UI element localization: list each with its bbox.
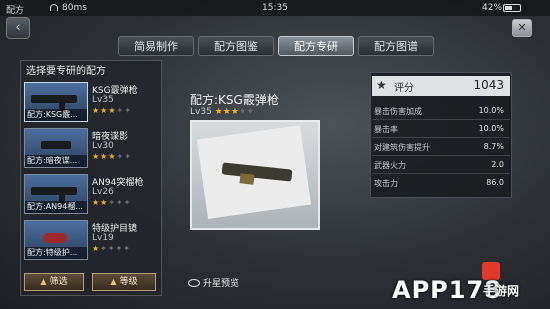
stat-row: 暴击率 10.0% xyxy=(372,122,510,136)
score-value: 1043 xyxy=(473,78,504,92)
tab-recipe-codex[interactable]: 配方图鉴 xyxy=(198,36,274,56)
recipe-level-stars: Lv35 ★★★✦✦ xyxy=(190,107,254,117)
stat-row: 攻击力 86.0 xyxy=(372,176,510,190)
recipe-level: Lv35 xyxy=(92,95,114,105)
recipe-thumbnail: 配方:特级护... xyxy=(24,220,88,260)
recipe-level: Lv26 xyxy=(92,187,114,197)
star-empty-icon: ✦ xyxy=(116,198,124,207)
recipe-level: Lv19 xyxy=(92,233,114,243)
star-empty-icon: ✦ xyxy=(100,244,108,253)
star-rating: ★✦✦✦✦ xyxy=(92,244,131,253)
battery-icon xyxy=(503,4,521,12)
star-badge-icon: ★ xyxy=(376,78,387,92)
thumbnail-caption: 配方:AN94榴... xyxy=(25,201,87,213)
stat-key: 攻击力 xyxy=(374,179,398,188)
recipe-thumbnail: 配方:KSG霰... xyxy=(24,82,88,122)
star-filled-icon: ★ xyxy=(222,107,231,117)
level-sort-button[interactable]: ▲ 等级 xyxy=(92,273,156,291)
recipe-title: 配方:KSG霰弹枪 xyxy=(190,93,279,107)
filter-label: 筛选 xyxy=(49,277,68,287)
recipe-item[interactable]: 配方:特级护... 特级护目镜 Lv19 ★✦✦✦✦ xyxy=(24,220,158,260)
tab-recipe-research[interactable]: 配方专研 xyxy=(278,36,354,56)
star-empty-icon: ✦ xyxy=(124,106,132,115)
recipe-thumbnail: 配方:AN94榴... xyxy=(24,174,88,214)
recipe-level: Lv35 xyxy=(190,107,212,117)
score-label: 评分 xyxy=(394,83,414,94)
recipe-item[interactable]: 配方:AN94榴... AN94突榴枪 Lv26 ★★✦✦✦ xyxy=(24,174,158,214)
latency-label: 80ms xyxy=(62,3,87,13)
level-sort-label: 等级 xyxy=(119,277,138,287)
stat-value: 2.0 xyxy=(491,160,504,169)
stat-value: 10.0% xyxy=(478,124,504,133)
stat-row: 武器火力 2.0 xyxy=(372,158,510,172)
star-filled-icon: ★ xyxy=(108,152,117,161)
stat-value: 10.0% xyxy=(478,106,504,115)
close-button[interactable]: ✕ xyxy=(512,19,532,37)
watermark-subtext: 手游网 xyxy=(483,284,520,298)
star-empty-icon: ✦ xyxy=(124,152,132,161)
recipe-blueprint-image xyxy=(190,120,320,230)
star-filled-icon: ★ xyxy=(92,198,101,207)
star-filled-icon: ★ xyxy=(108,106,117,115)
tab-simple-craft[interactable]: 简易制作 xyxy=(118,36,194,56)
thumbnail-caption: 配方:KSG霰... xyxy=(25,109,87,121)
star-filled-icon: ★ xyxy=(230,107,239,117)
star-filled-icon: ★ xyxy=(92,244,101,253)
tab-recipe-map[interactable]: 配方图谱 xyxy=(358,36,434,56)
star-filled-icon: ★ xyxy=(92,106,101,115)
stat-value: 8.7% xyxy=(483,142,504,151)
eye-icon xyxy=(188,279,200,287)
stat-key: 对建筑伤害提升 xyxy=(374,143,430,152)
star-filled-icon: ★ xyxy=(214,107,223,117)
star-empty-icon: ✦ xyxy=(246,107,254,117)
triangle-up-icon: ▲ xyxy=(40,277,47,286)
back-button[interactable]: ‹ xyxy=(6,17,30,39)
recipe-thumbnail: 配方:暗夜谍... xyxy=(24,128,88,168)
wifi-icon xyxy=(50,4,58,11)
star-empty-icon: ✦ xyxy=(123,198,132,207)
star-preview-label: 升星预览 xyxy=(203,279,240,289)
star-filled-icon: ★ xyxy=(92,152,101,161)
stat-row: 暴击伤害加成 10.0% xyxy=(372,104,510,118)
recipe-item[interactable]: 配方:暗夜谍... 暗夜谍影 Lv30 ★★★✦✦ xyxy=(24,128,158,168)
triangle-up-icon: ▲ xyxy=(110,277,117,286)
star-rating: ★★✦✦✦ xyxy=(92,198,131,207)
battery-percent: 42% xyxy=(482,3,503,13)
clock: 15:35 xyxy=(262,3,288,13)
stat-key: 暴击率 xyxy=(374,125,398,134)
recipe-level: Lv30 xyxy=(92,141,114,151)
recipe-item[interactable]: 配方:KSG霰... KSG霰弹枪 Lv35 ★★★✦✦ xyxy=(24,82,158,122)
status-bar: 配方 80ms 15:35 42% xyxy=(0,0,550,16)
recipe-list-title: 选择要专研的配方 xyxy=(26,66,106,77)
star-empty-icon: ✦ xyxy=(123,244,131,253)
tab-bar: 简易制作 配方图鉴 配方专研 配方图谱 xyxy=(118,36,434,58)
star-rating: ★★★✦✦ xyxy=(215,107,254,117)
thumbnail-caption: 配方:暗夜谍... xyxy=(25,155,87,167)
star-preview-button[interactable]: 升星预览 xyxy=(188,276,239,289)
score-header: ★ 评分 1043 xyxy=(372,76,510,96)
stat-key: 武器火力 xyxy=(374,161,406,170)
star-rating: ★★★✦✦ xyxy=(92,106,132,115)
star-empty-icon: ✦ xyxy=(108,198,117,207)
star-rating: ★★★✦✦ xyxy=(92,152,132,161)
screen: { "status": { "carrier": "配方", "speed": … xyxy=(0,0,550,309)
filter-button[interactable]: ▲ 筛选 xyxy=(24,273,84,291)
stat-key: 暴击伤害加成 xyxy=(374,107,422,116)
thumbnail-caption: 配方:特级护... xyxy=(25,247,87,259)
stat-row: 对建筑伤害提升 8.7% xyxy=(372,140,510,154)
star-empty-icon: ✦ xyxy=(107,244,116,253)
stat-value: 86.0 xyxy=(486,178,504,187)
carrier-label: 配方 xyxy=(6,6,25,16)
